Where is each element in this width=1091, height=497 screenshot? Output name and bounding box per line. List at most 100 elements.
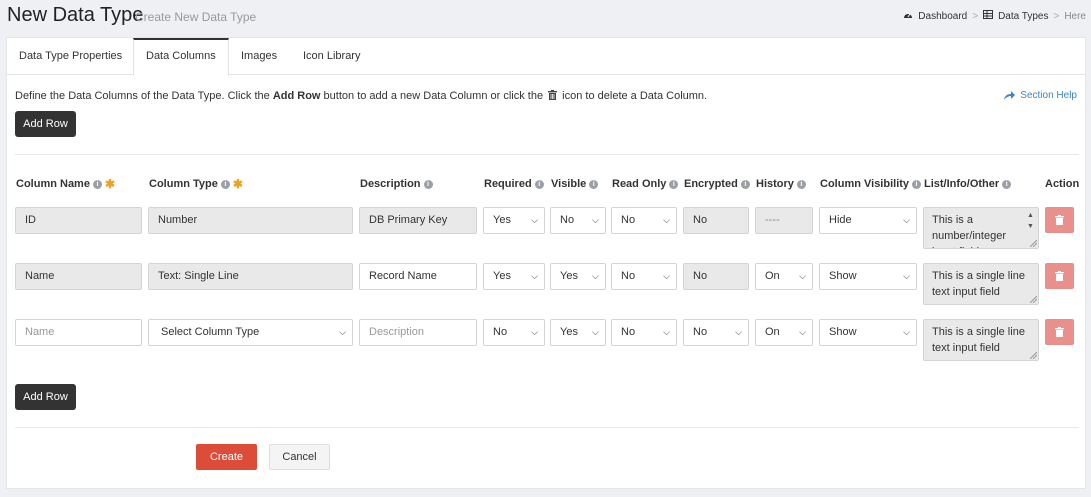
column-header-label: Required xyxy=(484,178,532,190)
tab-data-columns[interactable]: Data Columns xyxy=(133,38,229,76)
column-visibility-select[interactable]: Show ⌵ xyxy=(819,319,917,346)
visible-select[interactable]: Yes ⌵ xyxy=(550,319,606,346)
read-only-select[interactable]: No ⌵ xyxy=(611,207,677,234)
select-value: Select Column Type xyxy=(161,326,260,338)
column-visibility-select[interactable]: Show ⌵ xyxy=(819,263,917,290)
chevron-down-icon: ⌵ xyxy=(663,271,670,281)
visible-select[interactable]: Yes ⌵ xyxy=(550,263,606,290)
chevron-down-icon: ⌵ xyxy=(339,327,346,337)
column-header-label: Description xyxy=(360,178,421,190)
textarea-text: This is a single line text input field xyxy=(932,326,1025,354)
breadcrumb-dashboard[interactable]: Dashboard xyxy=(918,11,967,22)
encrypted-input[interactable]: No xyxy=(683,207,749,234)
section-help-link[interactable]: Section Help xyxy=(1004,90,1077,101)
info-icon: i xyxy=(669,179,679,189)
description-input[interactable]: Record Name xyxy=(359,263,477,290)
select-value: Yes xyxy=(493,214,511,226)
required-star-icon: ✱ xyxy=(232,177,243,191)
visible-select[interactable]: No ⌵ xyxy=(550,207,606,234)
list-info-textarea[interactable]: This is a number/integer input field ▲▼ xyxy=(923,207,1039,249)
column-header-description: Description i xyxy=(360,178,433,190)
column-header-label: Visible xyxy=(551,178,587,190)
column-header-visible: Visible i xyxy=(551,178,599,190)
description-input[interactable]: Description xyxy=(359,319,477,346)
column-name-input[interactable]: Name xyxy=(15,319,142,346)
tab-images[interactable]: Images xyxy=(229,38,289,75)
share-arrow-icon xyxy=(1004,91,1016,100)
column-header-type: Column Type i ✱ xyxy=(149,178,243,190)
scroll-arrows-icon[interactable]: ▲ ▼ xyxy=(1025,210,1036,234)
history-select[interactable]: On ⌵ xyxy=(755,319,813,346)
select-value: On xyxy=(765,270,780,282)
page-subtitle: Create New Data Type xyxy=(135,10,257,24)
tab-data-type-properties[interactable]: Data Type Properties xyxy=(7,38,134,75)
delete-row-button[interactable] xyxy=(1045,207,1074,233)
cancel-button[interactable]: Cancel xyxy=(269,444,330,470)
select-value: Yes xyxy=(560,326,578,338)
column-header-history: History i xyxy=(756,178,806,190)
select-value: Show xyxy=(829,326,857,338)
read-only-select[interactable]: No ⌵ xyxy=(611,263,677,290)
intro-part: Define the Data Columns of the Data Type… xyxy=(15,90,273,102)
history-select[interactable]: On ⌵ xyxy=(755,263,813,290)
select-value: No xyxy=(560,214,575,226)
add-row-button[interactable]: Add Row xyxy=(15,111,76,137)
select-value: Hide xyxy=(829,214,852,226)
main-panel: Data Type Properties Data Columns Images… xyxy=(6,37,1086,489)
encrypted-input[interactable]: No xyxy=(683,263,749,290)
column-type-input[interactable]: Text: Single Line xyxy=(148,263,353,290)
textarea-text: This is a number/integer input field xyxy=(932,214,1006,248)
select-value: Yes xyxy=(493,270,511,282)
trash-icon xyxy=(1055,215,1064,225)
resize-grip-icon[interactable] xyxy=(1030,296,1037,303)
info-icon: i xyxy=(589,179,599,189)
intro-part: button to add a new Data Column or click… xyxy=(320,90,547,102)
select-value: No xyxy=(693,326,708,338)
column-header-encrypted: Encrypted i xyxy=(684,178,750,190)
delete-row-button[interactable] xyxy=(1045,263,1074,289)
column-type-input[interactable]: Number xyxy=(148,207,353,234)
required-select[interactable]: Yes ⌵ xyxy=(483,263,545,290)
dashboard-icon xyxy=(903,10,913,22)
select-value: Yes xyxy=(560,270,578,282)
tab-bar: Data Type Properties Data Columns Images… xyxy=(7,38,1085,76)
column-header-label: Encrypted xyxy=(684,178,738,190)
history-input[interactable]: ---- xyxy=(755,207,813,234)
chevron-down-icon: ⌵ xyxy=(735,327,742,337)
chevron-down-icon: ⌵ xyxy=(903,271,910,281)
list-info-textarea[interactable]: This is a single line text input field xyxy=(923,319,1039,361)
resize-grip-icon[interactable] xyxy=(1030,240,1037,247)
chevron-down-icon: ⌵ xyxy=(531,327,538,337)
section-help-label: Section Help xyxy=(1020,90,1077,101)
add-row-button[interactable]: Add Row xyxy=(15,384,76,410)
read-only-select[interactable]: No ⌵ xyxy=(611,319,677,346)
required-select[interactable]: No ⌵ xyxy=(483,319,545,346)
chevron-down-icon: ⌵ xyxy=(799,327,806,337)
info-icon: i xyxy=(220,179,230,189)
select-value: No xyxy=(621,214,636,226)
chevron-down-icon: ⌵ xyxy=(903,327,910,337)
column-visibility-select[interactable]: Hide ⌵ xyxy=(819,207,917,234)
divider xyxy=(15,154,1079,155)
create-button[interactable]: Create xyxy=(196,444,257,470)
column-header-label: Column Type xyxy=(149,178,218,190)
column-header-label: Column Name xyxy=(16,178,90,190)
encrypted-select[interactable]: No ⌵ xyxy=(683,319,749,346)
select-value: No xyxy=(621,270,636,282)
info-icon: i xyxy=(534,179,544,189)
page-header: New Data Type Create New Data Type Dashb… xyxy=(0,0,1091,37)
column-type-select[interactable]: Select Column Type ⌵ xyxy=(148,319,353,346)
column-name-input[interactable]: ID xyxy=(15,207,142,234)
breadcrumb-data-types[interactable]: Data Types xyxy=(998,11,1048,22)
required-select[interactable]: Yes ⌵ xyxy=(483,207,545,234)
description-input[interactable]: DB Primary Key xyxy=(359,207,477,234)
resize-grip-icon[interactable] xyxy=(1030,352,1037,359)
column-name-input[interactable]: Name xyxy=(15,263,142,290)
delete-row-button[interactable] xyxy=(1045,319,1074,345)
tab-icon-library[interactable]: Icon Library xyxy=(291,38,372,75)
info-icon: i xyxy=(912,179,922,189)
column-header-required: Required i xyxy=(484,178,544,190)
list-info-textarea[interactable]: This is a single line text input field xyxy=(923,263,1039,305)
divider xyxy=(15,427,1079,428)
chevron-down-icon: ⌵ xyxy=(799,271,806,281)
